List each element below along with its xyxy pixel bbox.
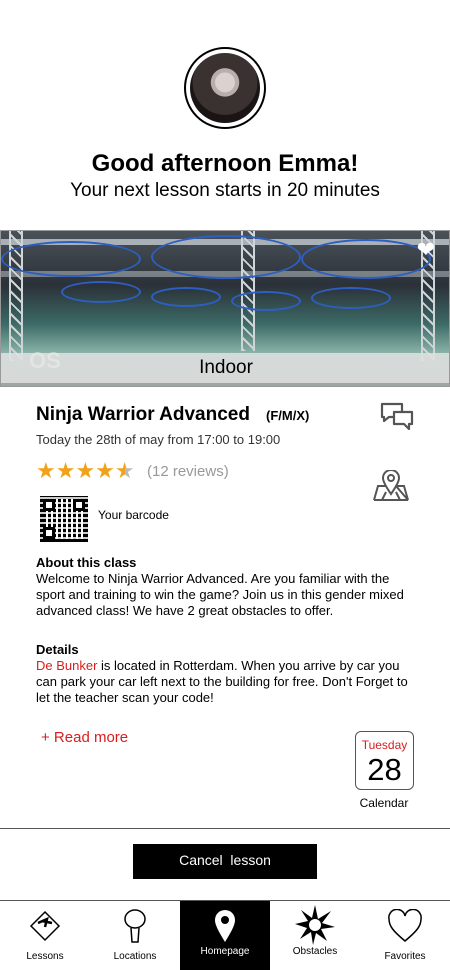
qr-corner <box>43 499 55 511</box>
about-text: Welcome to Ninja Warrior Advanced. Are y… <box>36 571 404 618</box>
heart-icon <box>388 909 422 942</box>
calendar-label: Calendar <box>359 796 409 810</box>
hero-ring <box>61 281 141 303</box>
tab-label: Lessons <box>26 951 64 962</box>
calendar-day: Tuesday <box>361 738 408 752</box>
about-heading: About this class <box>36 555 137 570</box>
rating-star-half: ★ <box>114 458 135 483</box>
read-more-link[interactable]: + Read more <box>41 729 128 746</box>
divider <box>0 828 450 829</box>
tab-label: Favorites <box>384 951 426 962</box>
tab-label: Homepage <box>200 946 250 957</box>
calendar-date: 28 <box>367 752 402 787</box>
venue-link[interactable]: De Bunker <box>36 658 97 673</box>
favorite-heart-icon[interactable]: ❤ <box>417 237 435 263</box>
qr-corner <box>43 527 55 539</box>
map-location-icon[interactable] <box>370 470 412 502</box>
hero-ring <box>311 287 391 309</box>
user-avatar[interactable] <box>184 47 266 129</box>
chat-icon[interactable] <box>380 402 414 432</box>
details-heading: Details <box>36 642 79 657</box>
location-type-label: Indoor <box>1 353 449 383</box>
qr-corner <box>73 499 85 511</box>
tab-homepage[interactable]: Homepage <box>180 901 270 970</box>
tab-favorites[interactable]: Favorites <box>360 901 450 970</box>
hero-ring <box>151 235 301 279</box>
lesson-gender: (F/M/X) <box>266 408 310 423</box>
obstacles-icon <box>295 905 335 945</box>
tab-label: Obstacles <box>292 946 338 957</box>
rating-stars-full: ★★★★ <box>36 458 115 483</box>
greeting-title: Good afternoon Emma! <box>91 150 359 177</box>
barcode-label: Your barcode <box>98 508 169 522</box>
hero-ring <box>231 291 301 311</box>
locations-icon <box>124 909 146 943</box>
cancel-lesson-button[interactable]: Cancel lesson <box>133 844 317 879</box>
details-text: De Bunker is located in Rotterdam. When … <box>36 658 421 706</box>
location-pin-icon <box>215 910 235 942</box>
calendar-button[interactable]: Tuesday 28 <box>355 731 414 790</box>
lesson-hero-image: ❤ OS Indoor <box>0 230 450 387</box>
tab-label: Locations <box>113 951 157 962</box>
rating-stars: ★★★★★ <box>36 458 135 484</box>
review-count-link[interactable]: (12 reviews) <box>147 463 229 480</box>
tab-obstacles[interactable]: Obstacles <box>270 901 360 970</box>
hero-ring <box>1 241 141 277</box>
bottom-tab-bar: Lessons Locations Homepage Obstacles Fav… <box>0 900 450 970</box>
hero-ring <box>301 239 431 279</box>
lessons-icon <box>29 910 61 942</box>
tab-lessons[interactable]: Lessons <box>0 901 90 970</box>
hero-ring <box>151 287 221 307</box>
tab-locations[interactable]: Locations <box>90 901 180 970</box>
avatar-photo <box>190 53 260 123</box>
lesson-title: Ninja Warrior Advanced <box>36 404 250 425</box>
lesson-time: Today the 28th of may from 17:00 to 19:0… <box>36 432 281 447</box>
next-lesson-subtitle: Your next lesson starts in 20 minutes <box>70 180 380 201</box>
